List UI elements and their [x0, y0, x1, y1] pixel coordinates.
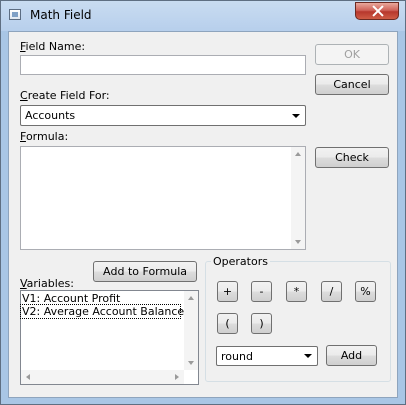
variables-vertical-scrollbar[interactable]: [184, 291, 198, 370]
variables-horizontal-scrollbar[interactable]: [21, 370, 184, 384]
function-select-value: round: [221, 349, 253, 363]
add-to-formula-button[interactable]: Add to Formula: [93, 261, 197, 282]
scroll-left-icon[interactable]: [26, 374, 30, 380]
ok-button[interactable]: OK: [315, 44, 389, 65]
window-title: Math Field: [30, 8, 92, 22]
scroll-down-icon[interactable]: [295, 240, 301, 244]
cancel-button[interactable]: Cancel: [315, 74, 389, 95]
check-button[interactable]: Check: [315, 147, 389, 168]
list-item[interactable]: V2: Average Account Balance: [20, 304, 184, 319]
chevron-down-icon: [304, 354, 312, 358]
scroll-up-icon[interactable]: [295, 152, 301, 156]
scroll-up-icon[interactable]: [188, 296, 194, 300]
create-field-for-value: Accounts: [25, 109, 76, 122]
percent-button[interactable]: %: [355, 281, 376, 302]
close-button[interactable]: [355, 2, 399, 20]
scroll-down-icon[interactable]: [188, 361, 194, 365]
window-icon: [9, 9, 21, 20]
chevron-down-icon: [292, 113, 300, 118]
multiply-button[interactable]: *: [286, 281, 307, 302]
function-select[interactable]: round: [216, 346, 318, 366]
formula-scrollbar[interactable]: [291, 147, 305, 249]
open-paren-button[interactable]: (: [217, 313, 238, 334]
title-bar[interactable]: Math Field: [1, 1, 405, 31]
formula-label: Formula:: [20, 130, 69, 143]
math-field-dialog: Math Field Field Name: OK Cancel Create …: [0, 0, 406, 405]
variables-label: Variables:: [20, 277, 74, 290]
add-button[interactable]: Add: [326, 345, 377, 366]
field-name-label: Field Name:: [20, 40, 86, 53]
field-name-input[interactable]: [20, 55, 306, 75]
list-item[interactable]: V1: Account Profit: [21, 292, 120, 305]
scroll-right-icon[interactable]: [175, 374, 179, 380]
variables-listbox[interactable]: V1: Account Profit V2: Average Account B…: [20, 290, 199, 385]
minus-button[interactable]: -: [251, 281, 272, 302]
dialog-client-area: Field Name: OK Cancel Create Field For: …: [8, 31, 398, 398]
divide-button[interactable]: /: [321, 281, 342, 302]
formula-textarea[interactable]: [20, 146, 306, 250]
create-field-for-select[interactable]: Accounts: [20, 105, 306, 126]
create-field-for-label: Create Field For:: [20, 89, 110, 102]
plus-button[interactable]: +: [217, 281, 238, 302]
operators-group-title: Operators: [211, 255, 270, 268]
close-paren-button[interactable]: ): [251, 313, 272, 334]
